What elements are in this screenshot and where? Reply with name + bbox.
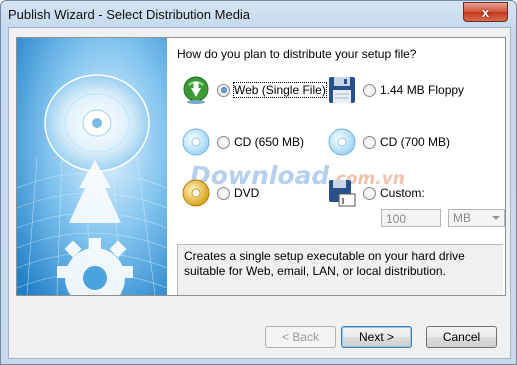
- close-button[interactable]: x: [463, 2, 508, 22]
- unit-select-value: MB: [453, 211, 471, 225]
- window-title: Publish Wizard - Select Distribution Med…: [8, 7, 251, 22]
- custom-size-unit-select[interactable]: MB: [448, 209, 505, 227]
- close-icon: x: [481, 4, 490, 20]
- title-bar: Publish Wizard - Select Distribution Med…: [1, 1, 516, 27]
- option-floppy[interactable]: 1.44 MB Floppy: [327, 75, 464, 105]
- wizard-body: How do you plan to distribute your setup…: [8, 27, 511, 359]
- option-custom[interactable]: Custom:: [327, 178, 425, 208]
- option-custom-label: Custom:: [380, 186, 425, 200]
- option-cd-700[interactable]: CD (700 MB): [327, 127, 450, 157]
- back-button[interactable]: < Back: [265, 326, 336, 348]
- radio-web[interactable]: [217, 83, 230, 97]
- option-floppy-label: 1.44 MB Floppy: [380, 83, 465, 97]
- custom-size-input[interactable]: 100: [381, 209, 441, 227]
- option-description: Creates a single setup executable on you…: [177, 244, 503, 295]
- dvd-icon: [181, 178, 211, 208]
- option-web[interactable]: Web (Single File): [181, 75, 327, 105]
- next-button[interactable]: Next >: [341, 326, 412, 348]
- chevron-down-icon: [492, 216, 500, 220]
- radio-cd-650[interactable]: [217, 135, 230, 149]
- floppy-disk-icon: [327, 75, 357, 105]
- option-cd-650[interactable]: CD (650 MB): [181, 127, 304, 157]
- wizard-side-image: [17, 38, 167, 295]
- content-panel: How do you plan to distribute your setup…: [16, 37, 506, 296]
- option-cd-700-label: CD (700 MB): [380, 135, 451, 149]
- option-dvd-label: DVD: [234, 186, 260, 200]
- cd-icon: [327, 127, 357, 157]
- publish-wizard-window: Publish Wizard - Select Distribution Med…: [0, 0, 517, 365]
- option-web-label: Web (Single File): [233, 82, 327, 98]
- option-dvd[interactable]: DVD: [181, 178, 259, 208]
- custom-floppy-icon: [327, 178, 357, 208]
- cancel-button[interactable]: Cancel: [426, 326, 497, 348]
- radio-floppy[interactable]: [363, 83, 376, 97]
- web-download-icon: [181, 75, 211, 105]
- question-text: How do you plan to distribute your setup…: [177, 47, 417, 61]
- cd-icon: [181, 127, 211, 157]
- radio-cd-700[interactable]: [363, 135, 376, 149]
- radio-custom[interactable]: [363, 186, 376, 200]
- option-cd-650-label: CD (650 MB): [234, 135, 305, 149]
- radio-dvd[interactable]: [217, 186, 230, 200]
